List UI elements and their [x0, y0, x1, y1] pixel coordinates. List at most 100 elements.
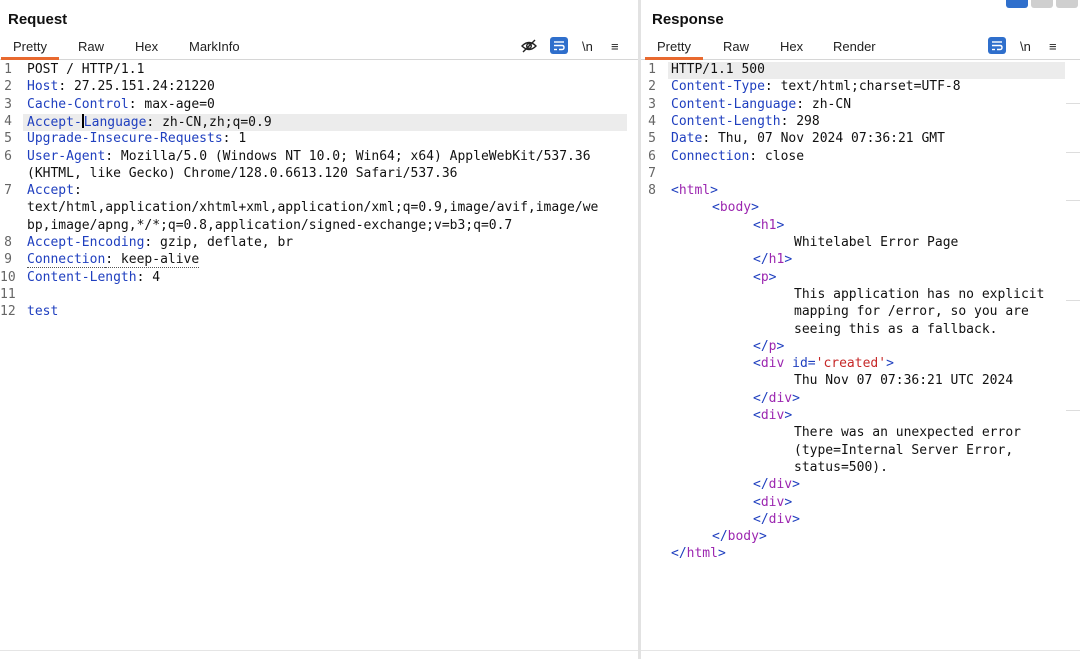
- header-name: Content-Length: [671, 113, 781, 129]
- code-line: Accept- Language: zh-CN,zh;q=0.9: [27, 113, 272, 130]
- tag-bracket: </: [753, 338, 769, 354]
- header-value: : max-age=0: [128, 96, 215, 112]
- code-text: bp,image/apng,*/*;q=0.8,application/sign…: [27, 217, 513, 233]
- tag-bracket: <: [753, 494, 761, 510]
- line-number: 5: [648, 131, 656, 147]
- layout-split-horizontal-button[interactable]: [1031, 0, 1053, 8]
- html-text: mapping for /error, so you are: [794, 304, 1029, 320]
- header-name: Cache-Control: [27, 96, 129, 112]
- request-tab-hex[interactable]: Hex: [135, 39, 158, 54]
- code-text: (KHTML, like Gecko) Chrome/128.0.6613.12…: [27, 165, 458, 181]
- html-line: This application has no explicit: [671, 287, 1044, 302]
- tag-bracket: </: [753, 511, 769, 527]
- code-line: Accept-Encoding: gzip, deflate, br: [27, 235, 293, 250]
- line-number: 3: [648, 96, 656, 112]
- header-name: Content-Language: [671, 96, 797, 112]
- line-number: 7: [648, 165, 656, 181]
- edge-line: [1066, 152, 1080, 153]
- header-value: :: [73, 183, 82, 199]
- code-line: Upgrade-Insecure-Requests: 1: [27, 131, 246, 146]
- tag-bracket: >: [768, 269, 777, 285]
- attr-name: id=: [784, 356, 816, 372]
- layout-split-vertical-button[interactable]: [1006, 0, 1028, 8]
- tag-bracket: >: [776, 338, 785, 354]
- code-line: Cache-Control: max-age=0: [27, 97, 215, 112]
- tag-bracket: <: [753, 408, 761, 423]
- edge-line: [1066, 200, 1080, 201]
- menu-icon[interactable]: ≡: [611, 37, 619, 55]
- code-line: Date: Thu, 07 Nov 2024 07:36:21 GMT: [671, 131, 945, 146]
- header-value: : 4: [136, 269, 161, 285]
- code-line: Content-Length: 298: [671, 114, 820, 129]
- tag-bracket: <: [712, 200, 720, 216]
- html-line: </p>: [671, 339, 784, 354]
- layout-toggle-group: [1006, 0, 1078, 8]
- newline-toggle[interactable]: \n: [582, 37, 593, 55]
- menu-icon[interactable]: ≡: [1049, 37, 1057, 55]
- line-number: 4: [648, 113, 656, 129]
- header-value: HTTP/1.1 500: [671, 62, 765, 77]
- request-editor[interactable]: 1 POST / HTTP/1.1 2 Host: 27.25.151.24:2122…: [0, 62, 638, 649]
- line-number: 7: [4, 183, 12, 199]
- code-line: (KHTML, like Gecko) Chrome/128.0.6613.12…: [27, 166, 457, 181]
- html-text: seeing this as a fallback.: [794, 321, 998, 337]
- tag-bracket: </: [753, 390, 769, 406]
- html-text: status=500).: [794, 459, 888, 475]
- response-tab-raw[interactable]: Raw: [723, 39, 749, 54]
- tag-bracket: >: [710, 183, 718, 199]
- line-number: 11: [0, 286, 16, 302]
- line-number: 6: [648, 148, 656, 164]
- response-editor[interactable]: 1 HTTP/1.1 500 2 Content-Type: text/html;ch…: [641, 62, 1080, 649]
- wrap-lines-icon[interactable]: [988, 37, 1006, 54]
- code-text: text/html,application/xhtml+xml,applicat…: [27, 200, 599, 216]
- code-line: Connection: close: [671, 149, 804, 164]
- layout-tabs-button[interactable]: [1056, 0, 1078, 8]
- request-tab-markinfo[interactable]: MarkInfo: [189, 39, 240, 54]
- line-number: 2: [648, 79, 656, 95]
- request-tabs: Pretty Raw Hex MarkInfo \n ≡: [0, 37, 638, 60]
- tag-bracket: >: [792, 511, 800, 527]
- html-line: <body>: [671, 200, 759, 215]
- code-line: User-Agent: Mozilla/5.0 (Windows NT 10.0…: [27, 149, 591, 164]
- request-tab-pretty[interactable]: Pretty: [1, 39, 59, 60]
- tag-name: p: [760, 269, 769, 285]
- header-name: Accept: [27, 183, 74, 199]
- tag-name: div: [760, 494, 785, 510]
- edge-line: [1066, 410, 1080, 411]
- tag-bracket: >: [717, 546, 726, 562]
- html-line: </div>: [671, 512, 800, 527]
- header-value: : gzip, deflate, br: [144, 235, 294, 250]
- html-line: <p>: [671, 270, 776, 285]
- tag-bracket: >: [751, 200, 759, 216]
- tag-bracket: >: [886, 356, 894, 372]
- html-line: There was an unexpected error: [671, 425, 1021, 440]
- header-name: Host: [27, 79, 59, 95]
- response-tab-hex[interactable]: Hex: [780, 39, 803, 54]
- hide-eye-icon[interactable]: [521, 37, 537, 55]
- header-value: : 27.25.151.24:21220: [58, 79, 215, 95]
- header-value: : text/html;charset=UTF-8: [764, 79, 961, 95]
- code-line: Host: 27.25.151.24:21220: [27, 79, 215, 94]
- code-text: POST / HTTP/1.1: [27, 62, 145, 77]
- line-number: 10: [0, 269, 16, 285]
- html-line: (type=Internal Server Error,: [671, 443, 1013, 458]
- request-tab-raw[interactable]: Raw: [78, 39, 104, 54]
- line-number: 5: [4, 131, 12, 147]
- header-name: Accept- Language: [27, 113, 147, 130]
- code-line: HTTP/1.1 500: [671, 62, 765, 77]
- tag-bracket: >: [784, 252, 793, 268]
- tag-bracket: </: [712, 529, 728, 545]
- line-number: 1: [4, 62, 12, 77]
- header-value: : keep-alive: [105, 252, 200, 269]
- response-tab-render[interactable]: Render: [833, 39, 876, 54]
- request-bottom-bar: [0, 650, 638, 659]
- tag-name: body: [727, 529, 759, 545]
- tag-bracket: <: [753, 269, 761, 285]
- wrap-lines-icon[interactable]: [550, 37, 568, 54]
- request-body: test: [27, 304, 59, 320]
- response-tab-pretty[interactable]: Pretty: [645, 39, 703, 60]
- tag-bracket: </: [753, 252, 769, 268]
- newline-toggle[interactable]: \n: [1020, 37, 1031, 55]
- code-line: text/html,application/xhtml+xml,applicat…: [27, 200, 598, 215]
- header-name: Content-Length: [27, 269, 137, 285]
